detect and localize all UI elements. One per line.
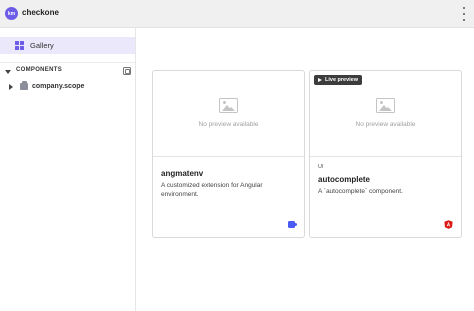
angular-icon xyxy=(444,220,453,229)
play-icon xyxy=(318,77,322,82)
components-section-header[interactable]: COMPONENTS xyxy=(0,66,135,78)
no-preview-text: No preview available xyxy=(198,121,259,128)
components-title: COMPONENTS xyxy=(16,67,63,73)
image-placeholder-icon xyxy=(376,98,395,113)
workspace-avatar[interactable]: km xyxy=(5,7,18,20)
component-card[interactable]: No preview available angmatenv A customi… xyxy=(152,70,305,238)
live-preview-label: Live preview xyxy=(325,77,359,83)
card-title[interactable]: angmatenv xyxy=(161,169,203,178)
live-preview-badge[interactable]: Live preview xyxy=(314,75,363,85)
card-title[interactable]: autocomplete xyxy=(318,175,370,184)
tree-item-label: company.scope xyxy=(32,83,85,90)
card-description: A `autocomplete` component. xyxy=(318,188,403,195)
image-placeholder-icon xyxy=(219,98,238,113)
card-preview: Live preview No preview available xyxy=(310,71,461,157)
tree-item-scope[interactable]: company.scope xyxy=(0,81,135,93)
env-icon xyxy=(288,221,297,228)
top-bar: km checkone xyxy=(0,0,474,28)
app-title[interactable]: checkone xyxy=(22,8,59,17)
sidebar-item-label: Gallery xyxy=(30,41,54,50)
collapse-all-icon[interactable] xyxy=(123,67,131,75)
chevron-right-icon[interactable] xyxy=(9,84,13,90)
sidebar-item-gallery[interactable]: Gallery xyxy=(0,37,135,54)
scope-icon xyxy=(20,81,28,90)
card-tag: UI xyxy=(318,164,324,170)
grid-icon xyxy=(15,41,24,50)
divider xyxy=(0,62,135,63)
kebab-menu-icon[interactable] xyxy=(461,7,467,21)
no-preview-text: No preview available xyxy=(355,121,416,128)
card-description: A customized extension for Angular envir… xyxy=(161,182,263,198)
card-preview: No preview available xyxy=(153,71,304,157)
chevron-down-icon[interactable] xyxy=(5,70,11,74)
sidebar: Gallery COMPONENTS company.scope xyxy=(0,28,136,311)
component-card[interactable]: Live preview No preview available UI aut… xyxy=(309,70,462,238)
